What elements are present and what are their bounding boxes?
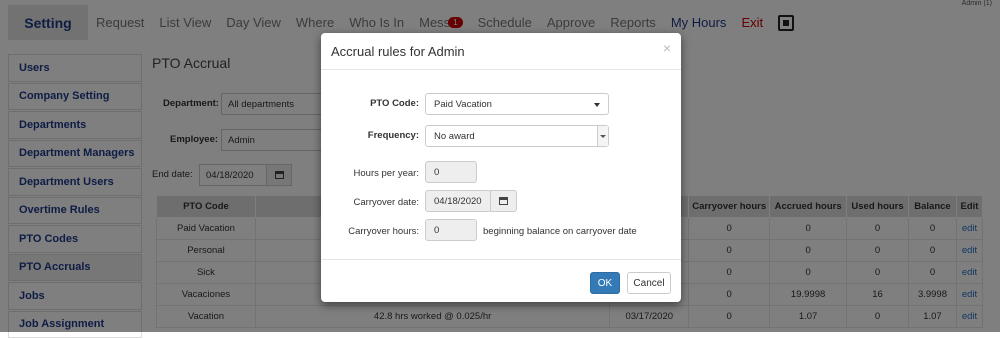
hours-per-year-input[interactable]: 0 <box>425 161 477 183</box>
carryover-hours-input[interactable]: 0 <box>425 219 477 241</box>
calendar-icon <box>499 197 508 205</box>
chevron-down-icon <box>594 103 600 107</box>
carryover-hours-hint: beginning balance on carryover date <box>483 226 637 237</box>
dialog-header: Accrual rules for Admin × <box>321 33 681 70</box>
cancel-button[interactable]: Cancel <box>627 272 671 294</box>
frequency-value: No award <box>434 130 475 142</box>
frequency-select[interactable]: No award <box>425 125 609 147</box>
dialog-footer: OK Cancel <box>321 259 681 303</box>
accrual-rules-dialog: Accrual rules for Admin × PTO Code: Paid… <box>321 33 681 302</box>
carryover-date-label: Carryover date: <box>353 197 419 208</box>
carryover-date-input[interactable]: 04/18/2020 <box>425 190 491 212</box>
chevron-down-icon <box>597 126 608 146</box>
carryover-date-calendar-button[interactable] <box>490 190 517 212</box>
pto-code-value: Paid Vacation <box>434 98 492 110</box>
close-icon[interactable]: × <box>663 40 671 56</box>
pto-code-select[interactable]: Paid Vacation <box>425 93 609 115</box>
ok-button[interactable]: OK <box>590 272 620 294</box>
hours-per-year-label: Hours per year: <box>353 168 419 179</box>
dialog-title: Accrual rules for Admin <box>331 44 465 59</box>
carryover-hours-label: Carryover hours: <box>348 226 419 237</box>
frequency-label: Frequency: <box>367 130 419 141</box>
pto-code-label: PTO Code: <box>370 98 419 109</box>
